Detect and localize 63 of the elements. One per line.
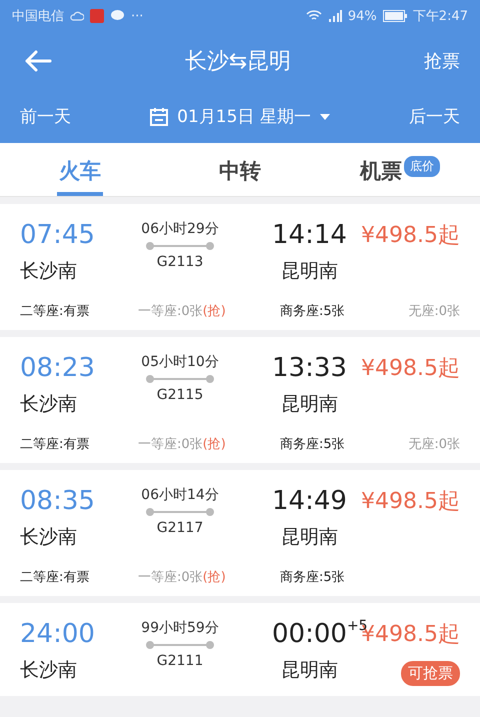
route-line [145, 241, 215, 251]
app-icon [90, 9, 104, 23]
clock-time: 下午2:47 [412, 8, 468, 25]
tab-badge: 底价 [404, 156, 440, 177]
departure-station: 长沙南 [20, 392, 77, 417]
departure-station: 长沙南 [20, 259, 77, 284]
arrival-station: 昆明南 [280, 525, 338, 550]
seat-availability: 一等座:0张(抢) [138, 569, 227, 586]
train-number: G2113 [156, 254, 204, 270]
cloud-icon [70, 11, 84, 21]
caret-icon [318, 112, 331, 120]
seat-availability: 一等座:0张(抢) [138, 303, 227, 320]
grab-ticket-badge: 可抢票 [401, 661, 460, 686]
ticket-price: ¥498.5起 [361, 222, 460, 250]
seat-availability: 无座:0张 [408, 303, 460, 320]
ticket-price: ¥498.5起 [361, 355, 460, 383]
seat-availability: 商务座:5张 [280, 436, 346, 453]
trip-duration: 06小时29分 [141, 220, 219, 238]
ticket-price: ¥498.5起 [361, 488, 460, 516]
calendar-icon [149, 106, 170, 126]
route-title: 长沙⇆昆明 [184, 48, 292, 76]
train-card[interactable]: 08:35 长沙南 06小时14分 G2117 14:49 昆明南 ¥498.5起 二等座:有票 一等座:0张(抢) 商务座:5张 [0, 470, 480, 596]
departure-time: 08:35 [20, 486, 95, 516]
carrier-name: 中国电信 [12, 8, 64, 25]
train-number: G2115 [156, 387, 204, 403]
seat-availability: 二等座:有票 [20, 436, 90, 453]
trip-duration: 06小时14分 [141, 486, 219, 504]
departure-station: 长沙南 [20, 658, 77, 683]
chat-icon [110, 9, 125, 23]
train-number: G2117 [156, 520, 204, 536]
train-card[interactable]: 07:45 长沙南 06小时29分 G2113 14:14 昆明南 ¥498.5起 二等座:有票 一等座:0张(抢) 商务座:5张 无座:0张 [0, 204, 480, 330]
seat-availability: 二等座:有票 [20, 569, 90, 586]
route-line [145, 507, 215, 517]
arrival-station: 昆明南 [280, 392, 338, 417]
seat-availability: 一等座:0张(抢) [138, 436, 227, 453]
tab[interactable]: 机票 底价 [358, 143, 442, 196]
departure-station: 长沙南 [20, 525, 77, 550]
arrival-time: 00:00 [272, 619, 347, 649]
route-line [145, 640, 215, 650]
departure-time: 08:23 [20, 353, 95, 383]
arrival-station: 昆明南 [280, 658, 338, 683]
wifi-icon [306, 10, 322, 22]
back-button[interactable] [24, 50, 52, 72]
seat-availability: 无座:0张 [408, 436, 460, 453]
trip-duration: 99小时59分 [141, 619, 219, 637]
battery-level: 94% [348, 8, 377, 24]
departure-time: 24:00 [20, 619, 95, 649]
train-card[interactable]: 08:23 长沙南 05小时10分 G2115 13:33 昆明南 ¥498.5起 二等座:有票 一等座:0张(抢) 商务座:5张 无座:0张 [0, 337, 480, 463]
departure-time: 07:45 [20, 220, 95, 250]
route-line [145, 374, 215, 384]
train-number: G2111 [156, 653, 204, 669]
tab[interactable]: 中转 [217, 143, 263, 196]
seat-availability: 商务座:5张 [280, 569, 346, 586]
seat-availability: 二等座:有票 [20, 303, 90, 320]
seat-availability: 商务座:5张 [280, 303, 346, 320]
arrival-time: 13:33 [272, 353, 347, 383]
arrival-station: 昆明南 [280, 259, 338, 284]
arrival-time: 14:49 [272, 486, 347, 516]
trip-duration: 05小时10分 [141, 353, 219, 371]
arrival-time: 14:14 [272, 220, 347, 250]
signal-icon [328, 10, 342, 22]
more-notifications: ··· [131, 8, 144, 24]
battery-icon [382, 10, 407, 22]
